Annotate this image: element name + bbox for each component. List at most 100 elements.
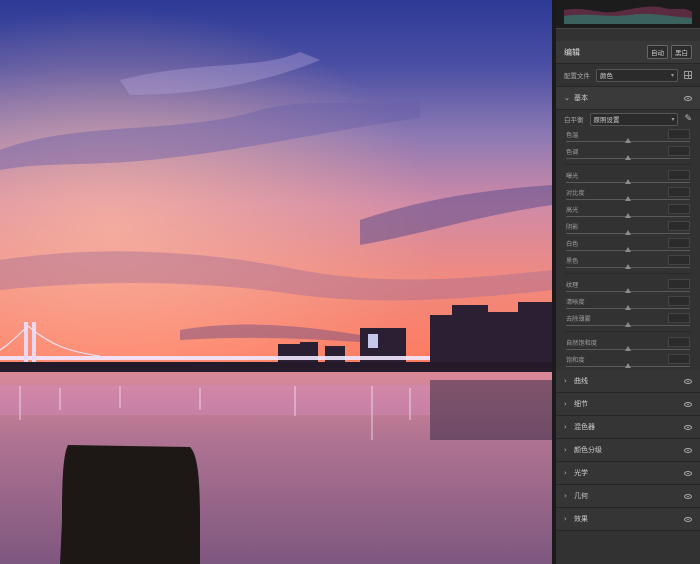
eye-icon[interactable] <box>684 401 692 407</box>
section-label: 效果 <box>574 515 588 523</box>
chevron-down-icon: ⌄ <box>564 94 570 102</box>
slider-label: 黑色 <box>566 258 579 265</box>
slider-label: 对比度 <box>566 190 585 197</box>
section-curves[interactable]: › 曲线 <box>556 370 700 393</box>
white-balance-select[interactable]: 原照设置 ▾ <box>589 112 679 126</box>
slider-label: 纹理 <box>566 282 579 289</box>
slider-vibrance[interactable]: 自然饱和度 <box>556 336 700 353</box>
slider-knob[interactable] <box>625 230 631 235</box>
white-balance-row: 白平衡 原照设置 ▾ ✎ <box>556 110 700 128</box>
divider <box>564 331 692 332</box>
section-label: 几何 <box>574 492 588 500</box>
slider-label: 色温 <box>566 132 579 139</box>
basic-sliders: 色温 色调 曝光 对比度 高光 阴影 白色 黑色 纹理 清晰度 去除薄雾 自然饱… <box>556 128 700 370</box>
slider-label: 去除薄雾 <box>566 316 591 323</box>
divider <box>564 273 692 274</box>
slider-label: 高光 <box>566 207 579 214</box>
eye-icon[interactable] <box>684 95 692 101</box>
slider-value-field[interactable] <box>668 313 690 323</box>
section-label: 光学 <box>574 469 588 477</box>
eye-icon[interactable] <box>684 470 692 476</box>
section-basic-label: 基本 <box>574 94 588 102</box>
chevron-right-icon: › <box>564 446 567 454</box>
slider-saturation[interactable]: 饱和度 <box>556 353 700 370</box>
section-optics[interactable]: › 光学 <box>556 462 700 485</box>
slider-knob[interactable] <box>625 213 631 218</box>
photo-image <box>0 0 552 564</box>
divider <box>564 164 692 165</box>
section-color-mixer[interactable]: › 混色器 <box>556 416 700 439</box>
slider-label: 色调 <box>566 149 579 156</box>
auto-button[interactable]: 自动 <box>647 45 668 59</box>
eye-icon[interactable] <box>684 424 692 430</box>
slider-knob[interactable] <box>625 179 631 184</box>
slider-value-field[interactable] <box>668 255 690 265</box>
chevron-right-icon: › <box>564 515 567 523</box>
slider-knob[interactable] <box>625 247 631 252</box>
slider-knob[interactable] <box>625 138 631 143</box>
slider-clarity[interactable]: 清晰度 <box>556 295 700 312</box>
photo-canvas[interactable] <box>0 0 552 564</box>
slider-knob[interactable] <box>625 363 631 368</box>
slider-texture[interactable]: 纹理 <box>556 278 700 295</box>
section-geometry[interactable]: › 几何 <box>556 485 700 508</box>
slider-value-field[interactable] <box>668 279 690 289</box>
grid-icon[interactable] <box>684 71 692 79</box>
histogram <box>556 0 700 29</box>
profile-select[interactable]: 颜色 ▾ <box>596 68 678 82</box>
section-color-grading[interactable]: › 颜色分级 <box>556 439 700 462</box>
slider-value-field[interactable] <box>668 337 690 347</box>
slider-knob[interactable] <box>625 305 631 310</box>
eye-icon[interactable] <box>684 493 692 499</box>
eye-icon[interactable] <box>684 447 692 453</box>
slider-value-field[interactable] <box>668 221 690 231</box>
slider-label: 自然饱和度 <box>566 340 597 347</box>
slider-knob[interactable] <box>625 322 631 327</box>
section-effects[interactable]: › 效果 <box>556 508 700 531</box>
slider-dehaze[interactable]: 去除薄雾 <box>556 312 700 329</box>
profile-label: 配置文件 <box>564 72 590 80</box>
black-white-button[interactable]: 黑白 <box>671 45 692 59</box>
slider-knob[interactable] <box>625 346 631 351</box>
slider-contrast[interactable]: 对比度 <box>556 186 700 203</box>
slider-label: 饱和度 <box>566 357 585 364</box>
chevron-right-icon: › <box>564 400 567 408</box>
slider-knob[interactable] <box>625 288 631 293</box>
section-label: 混色器 <box>574 423 595 431</box>
chevron-right-icon: › <box>564 423 567 431</box>
slider-value-field[interactable] <box>668 204 690 214</box>
slider-whites[interactable]: 白色 <box>556 237 700 254</box>
section-detail[interactable]: › 细节 <box>556 393 700 416</box>
slider-value-field[interactable] <box>668 238 690 248</box>
slider-knob[interactable] <box>625 155 631 160</box>
eye-icon[interactable] <box>684 516 692 522</box>
chevron-down-icon: ▾ <box>671 115 675 123</box>
white-balance-label: 白平衡 <box>564 116 584 124</box>
slider-value-field[interactable] <box>668 129 690 139</box>
section-label: 细节 <box>574 400 588 408</box>
section-label: 颜色分级 <box>574 446 602 454</box>
slider-knob[interactable] <box>625 264 631 269</box>
slider-value-field[interactable] <box>668 187 690 197</box>
slider-label: 白色 <box>566 241 579 248</box>
section-label: 曲线 <box>574 377 588 385</box>
edit-header: 编辑 自动 黑白 <box>556 41 700 64</box>
develop-panel: 编辑 自动 黑白 配置文件 颜色 ▾ ⌄ 基本 白平衡 原照设置 ▾ ✎ 色温 … <box>556 0 700 564</box>
slider-tint[interactable]: 色调 <box>556 145 700 162</box>
slider-value-field[interactable] <box>668 354 690 364</box>
chevron-right-icon: › <box>564 377 567 385</box>
slider-knob[interactable] <box>625 196 631 201</box>
slider-highlights[interactable]: 高光 <box>556 203 700 220</box>
section-basic[interactable]: ⌄ 基本 <box>556 87 700 110</box>
profile-value: 颜色 <box>600 72 613 80</box>
slider-blacks[interactable]: 黑色 <box>556 254 700 271</box>
eyedropper-icon[interactable]: ✎ <box>684 114 692 124</box>
slider-value-field[interactable] <box>668 296 690 306</box>
slider-temp[interactable]: 色温 <box>556 128 700 145</box>
slider-value-field[interactable] <box>668 146 690 156</box>
eye-icon[interactable] <box>684 378 692 384</box>
slider-label: 阴影 <box>566 224 579 231</box>
slider-value-field[interactable] <box>668 170 690 180</box>
slider-exposure[interactable]: 曝光 <box>556 169 700 186</box>
slider-shadows[interactable]: 阴影 <box>556 220 700 237</box>
